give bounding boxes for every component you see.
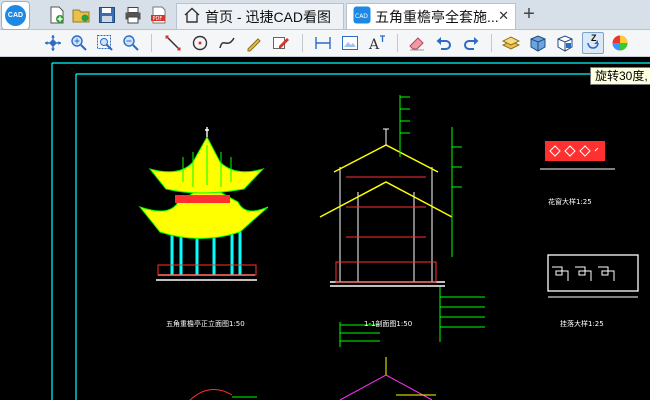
tab-bar: CAD PDF 首页 - 迅捷CAD看图 CAD 五角重檐亭全套施... ✕ +: [0, 0, 650, 30]
cad-file-icon: CAD: [353, 6, 371, 27]
svg-text:CAD: CAD: [355, 13, 368, 20]
tab-home[interactable]: 首页 - 迅捷CAD看图: [176, 3, 344, 29]
markup-icon[interactable]: [270, 32, 292, 54]
svg-text:A: A: [368, 37, 380, 52]
tab-document[interactable]: CAD 五角重檐亭全套施... ✕: [346, 3, 516, 29]
layer-icon[interactable]: [500, 32, 522, 54]
zoom-window-icon[interactable]: [94, 32, 116, 54]
drawing-canvas[interactable]: 五角重檐亭正立面图1:50 1-1剖面图1:50 花窗大样1:25 挂落大样1:…: [0, 57, 650, 400]
toolbar-separator: [491, 34, 492, 52]
text-style-icon[interactable]: A: [366, 32, 388, 54]
rotate-axis-label: Z: [591, 33, 597, 43]
tab-home-label: 首页 - 迅捷CAD看图: [205, 8, 331, 25]
print-icon[interactable]: [122, 4, 144, 26]
label-section: 1-1剖面图1:50: [364, 319, 412, 328]
color-icon[interactable]: [609, 32, 631, 54]
toolbar: A Z: [0, 30, 650, 57]
zoom-extents-icon[interactable]: [120, 32, 142, 54]
outer-frame: [51, 62, 650, 400]
3d-box-icon[interactable]: [527, 32, 549, 54]
line-icon[interactable]: [162, 32, 184, 54]
app-logo-text: CAD: [5, 5, 26, 26]
section-view: [319, 95, 485, 347]
3d-view-icon[interactable]: [554, 32, 576, 54]
front-elevation: [138, 127, 269, 281]
polyline-icon[interactable]: [216, 32, 238, 54]
toolbar-separator: [397, 34, 398, 52]
measure-icon[interactable]: [312, 32, 334, 54]
new-tab-button[interactable]: +: [518, 3, 540, 27]
pan-icon[interactable]: [42, 32, 64, 54]
detail-railing: [547, 254, 639, 298]
cad-drawing: 五角重檐亭正立面图1:50 1-1剖面图1:50 花窗大样1:25 挂落大样1:…: [51, 62, 650, 400]
pen-icon[interactable]: [243, 32, 265, 54]
eraser-icon[interactable]: [406, 32, 428, 54]
rotate-view-button[interactable]: Z: [582, 32, 604, 54]
svg-text:PDF: PDF: [153, 16, 163, 22]
toolbar-separator: [302, 34, 303, 52]
home-icon: [183, 7, 201, 26]
label-detail-window: 花窗大样1:25: [548, 197, 592, 206]
label-front-elevation: 五角重檐亭正立面图1:50: [166, 319, 245, 328]
new-file-icon[interactable]: [46, 4, 68, 26]
open-folder-icon[interactable]: [70, 4, 92, 26]
save-icon[interactable]: [96, 4, 118, 26]
rotate-tooltip: 旋转30度,: [590, 67, 650, 85]
circle-icon[interactable]: [189, 32, 211, 54]
app-logo[interactable]: CAD: [1, 1, 30, 30]
undo-icon[interactable]: [433, 32, 455, 54]
tab-document-label: 五角重檐亭全套施...: [375, 8, 499, 25]
zoom-icon[interactable]: [68, 32, 90, 54]
close-tab-icon[interactable]: ✕: [498, 8, 509, 24]
toolbar-separator: [151, 34, 152, 52]
detail-window: [540, 141, 615, 170]
pdf-export-icon[interactable]: PDF: [148, 4, 170, 26]
redo-icon[interactable]: [460, 32, 482, 54]
image-icon[interactable]: [339, 32, 361, 54]
label-detail-railing: 挂落大样1:25: [560, 319, 604, 328]
